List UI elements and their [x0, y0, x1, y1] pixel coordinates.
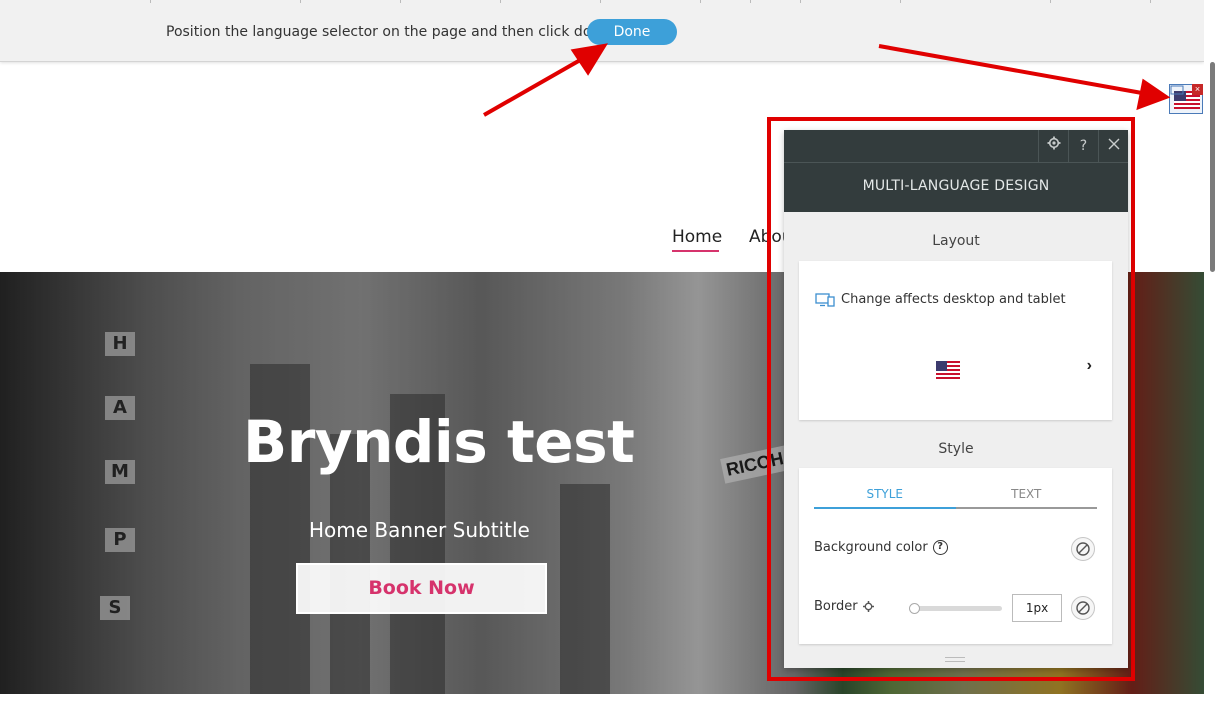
layout-section-label: Layout [932, 233, 980, 249]
tab-style[interactable]: STYLE [814, 487, 956, 501]
arrow-to-done [483, 57, 583, 117]
scrollbar-thumb[interactable] [1210, 62, 1215, 272]
help-icon[interactable]: ? [1068, 130, 1098, 162]
device-scope-text: Change affects desktop and tablet [841, 292, 1066, 307]
panel-title: MULTI-LANGUAGE DESIGN [862, 178, 1050, 194]
style-card: STYLE TEXT Background color ? Border 1px [799, 468, 1112, 644]
book-now-button[interactable]: Book Now [296, 563, 547, 614]
chevron-right-icon[interactable]: › [1087, 357, 1092, 375]
panel-header-divider [784, 162, 1128, 163]
nav-active-underline [672, 250, 719, 252]
arrowhead-flag [1136, 78, 1171, 111]
style-section-label: Style [938, 441, 974, 457]
hero-title[interactable]: Bryndis test [243, 408, 635, 476]
panel-resize-grip[interactable] [945, 657, 965, 662]
no-color-icon [1076, 542, 1090, 556]
ruler-ticks [0, 0, 1204, 3]
instruction-text: Position the language selector on the pa… [166, 24, 614, 40]
panel-header: ? MULTI-LANGUAGE DESIGN [784, 130, 1128, 212]
page: Position the language selector on the pa… [0, 0, 1224, 714]
slider-handle[interactable] [909, 603, 920, 614]
nav-link-home[interactable]: Home [672, 227, 722, 247]
done-button[interactable]: Done [587, 19, 677, 45]
border-width-input[interactable]: 1px [1012, 594, 1062, 622]
multi-language-panel: ? MULTI-LANGUAGE DESIGN Layout Change af… [784, 130, 1128, 668]
border-label: Border [814, 599, 858, 614]
desktop-tablet-icon [815, 292, 835, 307]
language-selector-widget[interactable]: × [1169, 84, 1203, 114]
hero-subtitle[interactable]: Home Banner Subtitle [309, 518, 530, 542]
device-scope-note: Change affects desktop and tablet [815, 292, 1066, 307]
border-color-picker[interactable] [1071, 596, 1095, 620]
remove-selector-close-icon[interactable]: × [1192, 84, 1203, 95]
style-tabs: STYLE TEXT [814, 487, 1097, 509]
help-circle-icon[interactable]: ? [932, 540, 948, 555]
us-flag-icon[interactable] [936, 361, 960, 379]
active-tab-indicator [814, 507, 956, 509]
instruction-bar: Position the language selector on the pa… [0, 0, 1204, 62]
layout-card[interactable]: Change affects desktop and tablet › [799, 261, 1112, 420]
gear-icon[interactable] [1038, 130, 1068, 162]
background-color-picker[interactable] [1071, 537, 1095, 561]
background-color-row: Background color ? [814, 540, 948, 555]
page-scrollbar[interactable] [1204, 0, 1224, 714]
tab-text[interactable]: TEXT [956, 487, 1098, 501]
border-width-slider[interactable] [909, 603, 1002, 614]
border-row: Border [814, 599, 874, 614]
no-color-icon [1076, 601, 1090, 615]
close-icon[interactable] [1098, 130, 1128, 162]
gear-icon[interactable] [862, 601, 874, 612]
panel-header-actions: ? [1038, 130, 1128, 162]
background-color-label: Background color [814, 540, 928, 555]
